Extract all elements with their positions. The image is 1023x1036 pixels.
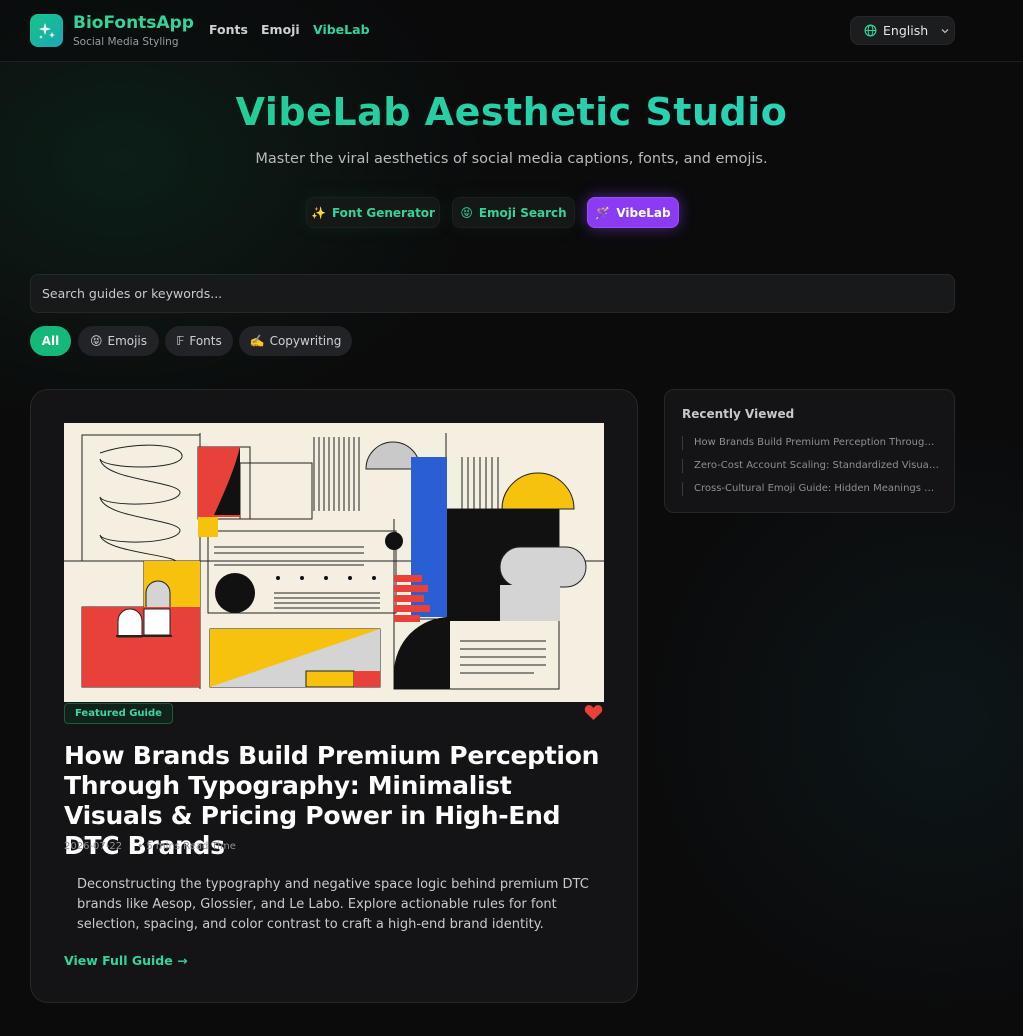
- filter-copywriting[interactable]: ✍️ Copywriting: [239, 326, 352, 356]
- globe-icon: [864, 24, 877, 37]
- filter-copywriting-label: Copywriting: [269, 334, 342, 348]
- filter-fonts-label: Fonts: [189, 334, 222, 348]
- guide-meta: 2026-07-22 • 5 mins Read Time: [64, 841, 236, 852]
- filter-all-label: All: [41, 334, 60, 348]
- view-full-guide-link[interactable]: View Full Guide →: [64, 953, 188, 968]
- nav-link-emoji[interactable]: Emoji: [261, 22, 300, 37]
- vibelab-label: VibeLab: [616, 205, 671, 220]
- featured-badge: Featured Guide: [64, 703, 173, 724]
- recent-item[interactable]: How Brands Build Premium Perception Thro…: [682, 436, 940, 450]
- nav-link-vibelab[interactable]: VibeLab: [313, 22, 370, 37]
- guide-cover-image: [64, 423, 604, 702]
- page-subtitle: Master the viral aesthetics of social me…: [255, 151, 768, 167]
- sparkles-icon: ✨: [311, 205, 326, 220]
- font-generator-button[interactable]: ✨ Font Generator: [306, 197, 440, 228]
- heart-icon[interactable]: [584, 704, 603, 725]
- filter-fonts[interactable]: 𝔽 Fonts: [165, 326, 233, 356]
- emoji-search-label: Emoji Search: [478, 205, 567, 220]
- page-title: VibeLab Aesthetic Studio: [0, 90, 1023, 134]
- brand-subtitle: Social Media Styling: [73, 36, 179, 48]
- featured-guide-card[interactable]: Featured Guide How Brands Build Premium …: [30, 389, 638, 1003]
- recent-item[interactable]: Zero-Cost Account Scaling: Standardized …: [682, 459, 940, 473]
- recent-item[interactable]: Cross-Cultural Emoji Guide: Hidden Meani…: [682, 482, 940, 496]
- font-generator-label: Font Generator: [331, 205, 435, 220]
- guide-description: Deconstructing the typography and negati…: [77, 877, 589, 932]
- guide-read-time: • 5 mins Read Time: [137, 841, 236, 852]
- filter-emojis[interactable]: 😝 Emojis: [78, 326, 159, 356]
- emoji-search-button[interactable]: 😝 Emoji Search: [452, 197, 575, 228]
- writing-hand-icon: ✍️: [249, 334, 265, 348]
- chevron-down-icon: [941, 28, 949, 33]
- magic-wand-icon: 🪄: [595, 205, 611, 220]
- brand-name[interactable]: BioFontsApp: [73, 13, 194, 33]
- emoji-face-icon: 😝: [460, 205, 473, 220]
- recently-viewed-title: Recently Viewed: [682, 407, 795, 421]
- guide-date: 2026-07-22: [64, 841, 123, 852]
- navbar: BioFontsApp Social Media Styling Fonts E…: [0, 0, 1023, 62]
- vibelab-button[interactable]: 🪄 VibeLab: [587, 197, 679, 228]
- nav-link-fonts[interactable]: Fonts: [209, 22, 248, 37]
- logo-icon[interactable]: [30, 14, 63, 47]
- language-selector[interactable]: English: [850, 16, 955, 45]
- language-label: English: [883, 23, 929, 38]
- search-input[interactable]: [30, 274, 955, 313]
- emoji-face-icon: 😝: [89, 334, 103, 348]
- font-glyph-icon: 𝔽: [176, 334, 185, 348]
- filter-all[interactable]: All: [30, 326, 71, 356]
- filter-emojis-label: Emojis: [107, 334, 148, 348]
- recently-viewed-panel: Recently Viewed How Brands Build Premium…: [664, 389, 955, 513]
